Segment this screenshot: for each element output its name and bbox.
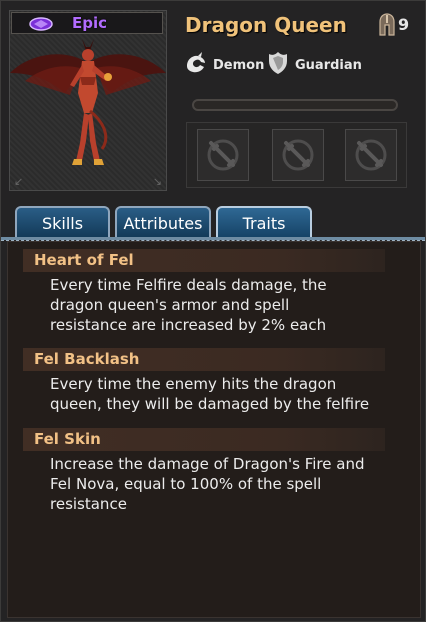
trait-line: Every time the enemy hits the dragon	[50, 375, 337, 393]
trait-title: Fel Backlash	[34, 350, 140, 368]
trait-heart-of-fel-description: Every time Felfire deals damage, the dra…	[50, 275, 395, 335]
portrait-corner-right-icon: ↘	[152, 175, 162, 188]
rarity-label: Epic	[72, 14, 108, 32]
equipment-slot-panel	[186, 122, 407, 188]
portrait-corner-left-icon: ↙	[14, 175, 24, 188]
tab-attributes[interactable]: Attributes	[115, 206, 211, 238]
tag-demon-label: Demon	[213, 58, 265, 73]
trait-title: Heart of Fel	[34, 251, 134, 269]
locked-sword-icon	[355, 139, 387, 171]
tag-guardian-label: Guardian	[295, 58, 362, 73]
trait-line: resistance are increased by 2% each	[50, 316, 327, 334]
rarity-bar: Epic	[11, 12, 163, 34]
equipment-slot-3[interactable]	[345, 129, 397, 181]
hero-portrait[interactable]: Epic ↙ ↘	[9, 10, 167, 191]
trait-line: dragon queen's armor and spell	[50, 296, 290, 314]
equipment-slot-1[interactable]	[197, 129, 249, 181]
equipment-slot-2[interactable]	[272, 129, 324, 181]
hero-name: Dragon Queen	[185, 13, 347, 37]
trait-fel-skin-header: Fel Skin	[23, 428, 385, 451]
demon-dragon-icon	[187, 52, 205, 73]
trait-line: Fel Nova, equal to 100% of the spell	[50, 475, 322, 493]
trait-fel-backlash-description: Every time the enemy hits the dragon que…	[50, 374, 395, 414]
trait-line: resistance	[50, 495, 127, 513]
trait-line: Increase the damage of Dragon's Fire and	[50, 455, 365, 473]
trait-fel-backlash-header: Fel Backlash	[23, 348, 385, 371]
trait-fel-skin-description: Increase the damage of Dragon's Fire and…	[50, 454, 395, 514]
tab-traits[interactable]: Traits	[216, 206, 312, 238]
tab-skills[interactable]: Skills	[15, 206, 110, 238]
trait-line: Every time Felfire deals damage, the	[50, 276, 327, 294]
experience-bar	[192, 99, 398, 111]
trait-heart-of-fel-header: Heart of Fel	[23, 249, 385, 272]
locked-sword-icon	[282, 139, 314, 171]
rarity-gem-icon	[29, 17, 53, 31]
hero-level: 9	[398, 15, 410, 34]
locked-sword-icon	[207, 139, 239, 171]
trait-title: Fel Skin	[34, 430, 101, 448]
guardian-shield-icon	[269, 52, 287, 74]
hero-info-panel: Epic ↙ ↘ Dragon Queen 9 Demon Guardian S…	[0, 0, 426, 622]
helmet-level-icon	[379, 13, 395, 36]
dragon-queen-portrait-art	[10, 39, 166, 165]
trait-line: queen, they will be damaged by the felfi…	[50, 395, 370, 413]
